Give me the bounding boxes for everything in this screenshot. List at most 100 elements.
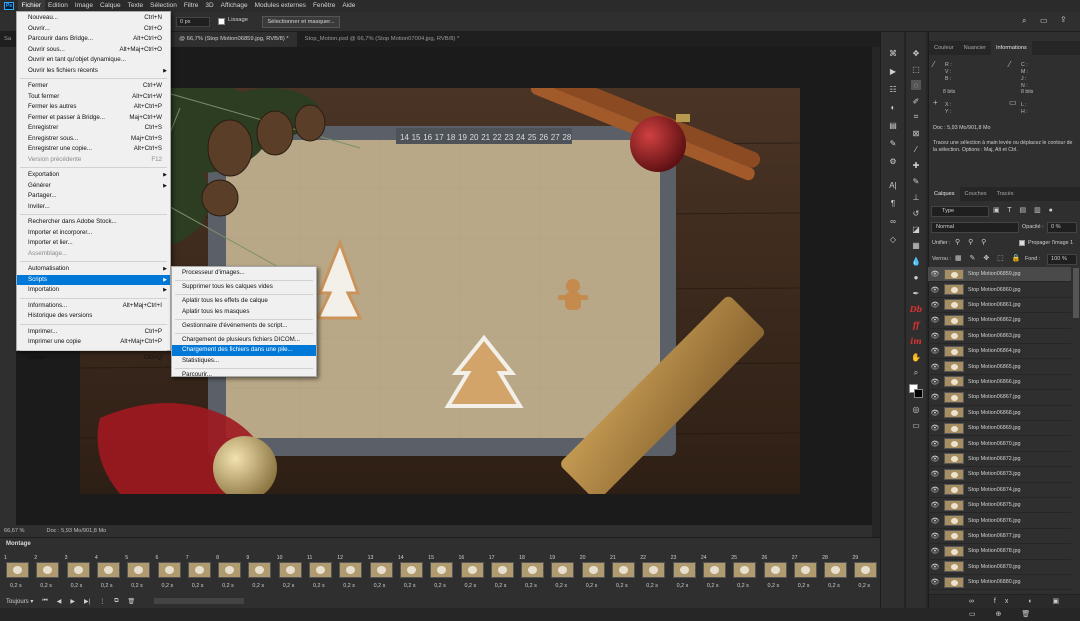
frame-duration[interactable]: 0,2 s [40,583,52,589]
file-menu-item[interactable]: Importer et incorporer... [17,228,170,239]
timeline-frame[interactable]: 8 0,2 s [214,554,244,594]
frame-duration[interactable]: 0,2 s [707,583,719,589]
timeline-frame[interactable]: 4 0,2 s [93,554,123,594]
file-menu-item[interactable]: Importer et lier... [17,238,170,249]
tab-informations[interactable]: Informations [990,41,1032,55]
screen-mode-icon[interactable]: ▭ [911,420,921,430]
timeline-frame[interactable]: 19 0,2 s [547,554,577,594]
frame-duration[interactable]: 0,2 s [798,583,810,589]
eye-icon[interactable]: 👁 [928,532,942,540]
file-menu-item[interactable]: Ouvrir... Ctrl+O [17,24,170,35]
scripts-menu-item[interactable]: Aplatir tous les effets de calque [172,296,316,307]
trash-icon[interactable]: 🗑 [128,598,136,605]
file-menu-item[interactable]: Générer ▶ [17,181,170,192]
scripts-menu-item[interactable]: Aplatir tous les masques [172,307,316,318]
feather-input[interactable]: 0 px [176,17,210,27]
workspace-icon[interactable]: ▭ [1040,16,1048,25]
file-menu-item[interactable]: Inviter... [17,202,170,213]
frame-duration[interactable]: 0,2 s [131,583,143,589]
timeline-frame[interactable]: 21 0,2 s [608,554,638,594]
tab-calques[interactable]: Calques [929,187,960,201]
zoom-tool-icon[interactable]: ⌕ [911,368,921,378]
file-menu-item[interactable]: Fermer les autres Alt+Ctrl+P [17,102,170,113]
timeline-frame[interactable]: 27 0,2 s [790,554,820,594]
history-icon[interactable]: ⌘ [888,48,898,58]
clone-source-icon[interactable]: ⚙ [888,156,898,166]
layer-row[interactable]: 👁 Stop Motion06870.jpg [928,436,1071,452]
frame-duration[interactable]: 0,2 s [434,583,446,589]
eye-icon[interactable]: 👁 [928,455,942,463]
scripts-menu-item[interactable]: Gestionnaire d'événements de script... [172,321,316,332]
frame-duration[interactable]: 0,2 s [101,583,113,589]
blur-tool-icon[interactable]: 💧 [911,256,921,266]
eye-icon[interactable]: 👁 [928,332,942,340]
timeline-frame[interactable]: 16 0,2 s [457,554,487,594]
layer-row[interactable]: 👁 Stop Motion06872.jpg [928,452,1071,468]
layer-row[interactable]: 👁 Stop Motion06878.jpg [928,544,1071,560]
scripts-menu-item[interactable]: Chargement des fichiers dans une pile... [172,345,316,356]
quick-select-tool-icon[interactable]: ✐ [911,96,921,106]
timeline-frame[interactable]: 22 0,2 s [638,554,668,594]
layer-filter-select[interactable]: Type [931,206,989,217]
timeline-frame[interactable]: 13 0,2 s [366,554,396,594]
dodge-tool-icon[interactable]: ● [911,272,921,282]
eye-icon[interactable]: 👁 [928,470,942,478]
frame-duration[interactable]: 0,2 s [555,583,567,589]
layer-row[interactable]: 👁 Stop Motion06869.jpg [928,421,1071,437]
doc-size[interactable]: Doc : 5,93 Mo/901,8 Mo [47,528,107,534]
prev-frame-icon[interactable]: ◀ [57,598,62,605]
eye-icon[interactable]: 👁 [928,286,942,294]
frame-duration[interactable]: 0,2 s [192,583,204,589]
lissage-checkbox[interactable] [218,18,225,25]
eye-icon[interactable]: 👁 [928,424,942,432]
paragraph-icon[interactable]: ¶ [888,198,898,208]
frame-duration[interactable]: 0,2 s [374,583,386,589]
layer-row[interactable]: 👁 Stop Motion06865.jpg [928,359,1071,375]
glyphs-icon[interactable]: ∞ [888,216,898,226]
timeline-frame[interactable]: 18 0,2 s [517,554,547,594]
history-brush-tool-icon[interactable]: ↺ [911,208,921,218]
plugin-im-icon[interactable]: im [910,336,922,346]
timeline-frame[interactable]: 28 0,2 s [820,554,850,594]
libraries-icon[interactable]: ▤ [888,120,898,130]
eye-icon[interactable]: 👁 [928,347,942,355]
frame-duration[interactable]: 0,2 s [222,583,234,589]
doc-tab-3[interactable]: Stop_Motion.psd @ 66,7% (Stop Motion0700… [297,32,468,47]
adjustments-icon[interactable]: ◐ [888,102,898,112]
layers-scrollbar[interactable] [1073,268,1079,318]
pen-tool-icon[interactable]: ✒ [911,288,921,298]
move-tool-icon[interactable]: ✥ [911,48,921,58]
file-menu-item[interactable]: Scripts ▶ [17,274,170,285]
frame-duration[interactable]: 0,2 s [465,583,477,589]
file-menu-item[interactable]: Ouvrir les fichiers récents ▶ [17,66,170,77]
timeline-frame[interactable]: 9 0,2 s [244,554,274,594]
layer-row[interactable]: 👁 Stop Motion06860.jpg [928,282,1071,298]
frame-duration[interactable]: 0,2 s [616,583,628,589]
share-icon[interactable]: ⇪ [1060,15,1067,24]
eyedropper-tool-icon[interactable]: ⁄ [911,144,921,154]
timeline-frame[interactable]: 14 0,2 s [396,554,426,594]
file-menu-item[interactable]: Imprimer... Ctrl+P [17,327,170,338]
timeline-scrollbar[interactable] [154,598,245,604]
eraser-tool-icon[interactable]: ◪ [911,224,921,234]
eye-icon[interactable]: 👁 [928,316,942,324]
fill-input[interactable]: 100 % [1047,254,1077,265]
eye-icon[interactable]: 👁 [928,270,942,278]
search-icon[interactable]: ⌕ [1022,16,1026,26]
file-menu-item[interactable]: Tout fermer Alt+Ctrl+W [17,92,170,103]
healing-tool-icon[interactable]: ✚ [911,160,921,170]
layer-row[interactable]: 👁 Stop Motion06868.jpg [928,406,1071,421]
zoom-level[interactable]: 66,67 % [4,528,25,534]
unify-icons[interactable]: ⚲ ⚲ ⚲ [955,238,989,246]
eye-icon[interactable]: 👁 [928,409,942,417]
scripts-menu-item[interactable]: Statistiques... [172,356,316,367]
loop-select[interactable]: Toujours ▾ [6,598,33,605]
frame-duration[interactable]: 0,2 s [495,583,507,589]
brush-settings-icon[interactable]: ✎ [888,138,898,148]
layer-row[interactable]: 👁 Stop Motion06875.jpg [928,498,1071,514]
timeline-frame[interactable]: 6 0,2 s [154,554,184,594]
file-menu-item[interactable]: Enregistrer sous... Maj+Ctrl+S [17,134,170,145]
photoshop-logo[interactable]: Ps [4,2,14,10]
file-menu-item[interactable]: Partager... [17,191,170,202]
timeline-frame[interactable]: 11 0,2 s [305,554,335,594]
